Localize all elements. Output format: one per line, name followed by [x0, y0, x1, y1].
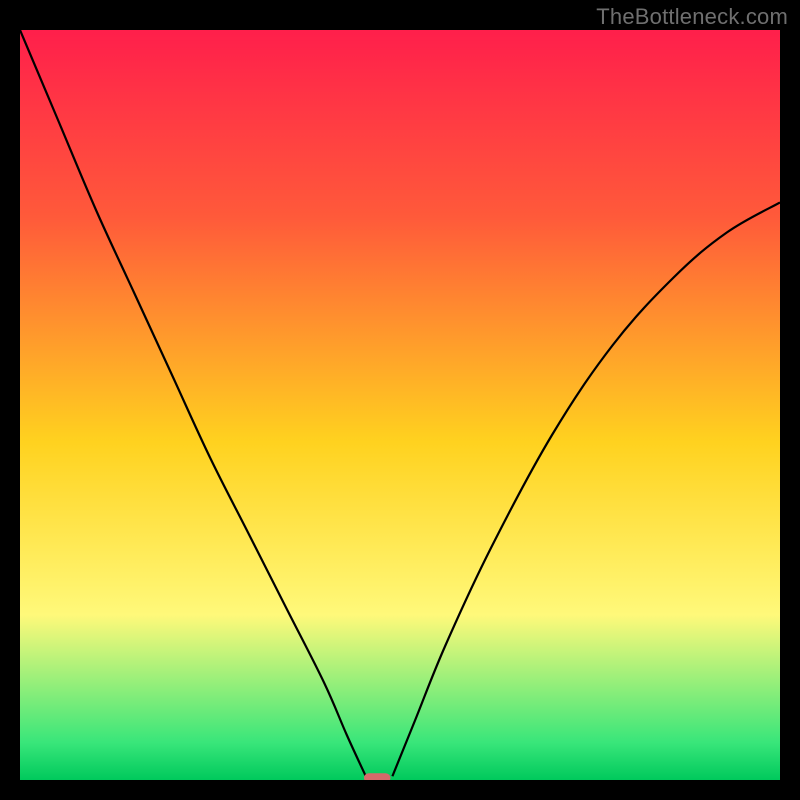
- bottleneck-marker: [364, 773, 391, 780]
- gradient-background: [20, 30, 780, 780]
- chart-plot-area: [20, 30, 780, 780]
- chart-svg: [20, 30, 780, 780]
- watermark-text: TheBottleneck.com: [596, 4, 788, 30]
- chart-frame: TheBottleneck.com: [0, 0, 800, 800]
